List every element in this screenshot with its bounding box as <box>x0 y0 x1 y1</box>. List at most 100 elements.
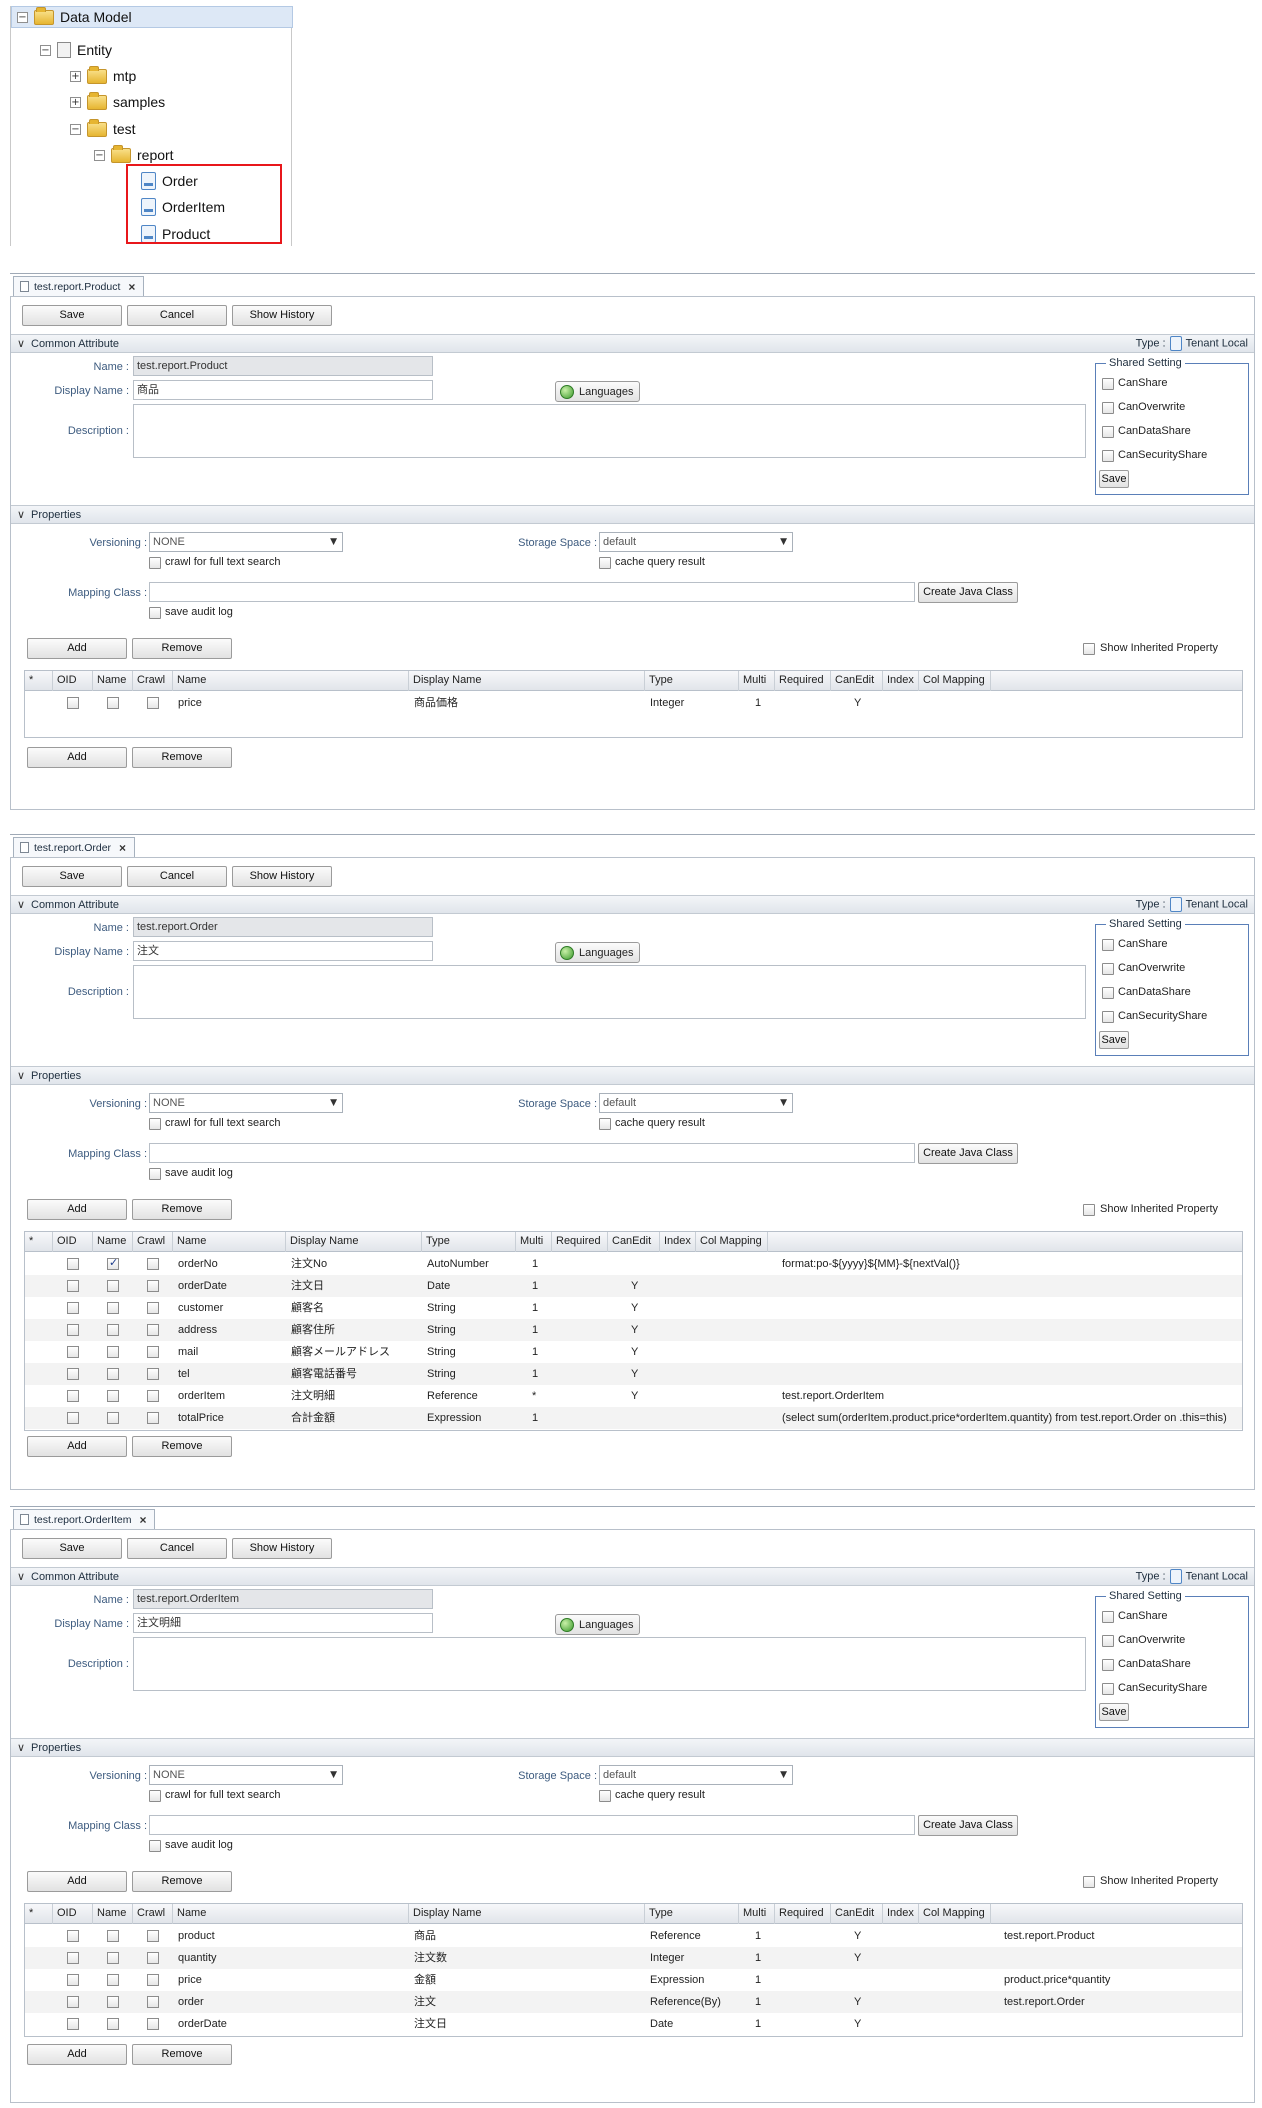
name-checkbox[interactable] <box>107 1324 119 1336</box>
canoverwrite-checkbox[interactable] <box>1102 963 1114 975</box>
tab-order[interactable]: test.report.Order × <box>13 837 136 857</box>
crawl-checkbox[interactable] <box>147 1412 159 1424</box>
oid-checkbox[interactable] <box>67 1280 79 1292</box>
canshare-checkbox[interactable] <box>1102 939 1114 951</box>
col-name[interactable]: Name <box>173 1904 409 1924</box>
candatashare-checkbox[interactable] <box>1102 987 1114 999</box>
col-col-mapping[interactable]: Col Mapping <box>919 671 991 691</box>
col-name-flag[interactable]: Name <box>93 1232 133 1252</box>
oid-checkbox[interactable] <box>67 1302 79 1314</box>
tree-root-data-model[interactable]: − Data Model <box>11 6 293 28</box>
create-java-class-button[interactable]: Create Java Class <box>918 1815 1018 1836</box>
remove-button[interactable]: Remove <box>132 1199 232 1220</box>
display-name-field[interactable]: 注文明細 <box>133 1613 433 1633</box>
save-button[interactable]: Save <box>22 1538 122 1559</box>
create-java-class-button[interactable]: Create Java Class <box>918 582 1018 603</box>
col-crawl[interactable]: Crawl <box>133 671 173 691</box>
name-checkbox[interactable] <box>107 1256 119 1270</box>
col-canedit[interactable]: CanEdit <box>831 671 883 691</box>
versioning-select[interactable]: NONE ▼ <box>149 532 343 552</box>
crawl-checkbox[interactable] <box>147 1346 159 1358</box>
add-button[interactable]: Add <box>27 747 127 768</box>
add-button[interactable]: Add <box>27 2044 127 2065</box>
add-button[interactable]: Add <box>27 1199 127 1220</box>
table-row[interactable]: product 商品 Reference 1 Ytest.report.Product <box>25 1925 1242 1947</box>
candatashare-checkbox[interactable] <box>1102 1659 1114 1671</box>
col-required[interactable]: Required <box>552 1232 608 1252</box>
shared-save-button[interactable]: Save <box>1099 1703 1129 1721</box>
cancel-button[interactable]: Cancel <box>127 866 227 887</box>
crawl-checkbox[interactable] <box>147 1302 159 1314</box>
add-button[interactable]: Add <box>27 638 127 659</box>
common-attribute-header[interactable]: ∨ Common Attribute Type : Tenant Local <box>11 895 1254 914</box>
name-checkbox[interactable] <box>107 2018 119 2030</box>
remove-button[interactable]: Remove <box>132 1871 232 1892</box>
crawl-full-text-checkbox[interactable] <box>149 1790 161 1802</box>
save-button[interactable]: Save <box>22 305 122 326</box>
col-type[interactable]: Type <box>645 1904 739 1924</box>
cache-query-checkbox[interactable] <box>599 1118 611 1130</box>
oid-checkbox[interactable] <box>67 1324 79 1336</box>
table-row[interactable]: quantity 注文数 Integer 1 Y <box>25 1947 1242 1969</box>
col-required[interactable]: Required <box>775 1904 831 1924</box>
col-oid[interactable]: OID <box>53 671 93 691</box>
col-crawl[interactable]: Crawl <box>133 1904 173 1924</box>
col-required[interactable]: Required <box>775 671 831 691</box>
save-audit-log-checkbox[interactable] <box>149 607 161 619</box>
name-checkbox[interactable] <box>107 1930 119 1942</box>
tree-item-samples[interactable]: + samples <box>70 91 165 113</box>
name-checkbox[interactable] <box>107 1974 119 1986</box>
mapping-class-field[interactable] <box>149 1815 915 1835</box>
oid-checkbox[interactable] <box>67 1974 79 1986</box>
remove-button[interactable]: Remove <box>132 747 232 768</box>
mapping-class-field[interactable] <box>149 1143 915 1163</box>
common-attribute-header[interactable]: ∨ Common Attribute Type : Tenant Local <box>11 334 1254 353</box>
cansecurityshare-checkbox[interactable] <box>1102 450 1114 462</box>
show-inherited-checkbox[interactable] <box>1083 1876 1095 1888</box>
table-row[interactable]: orderDate 注文日 Date 1 Y <box>25 2013 1242 2035</box>
save-audit-log-checkbox[interactable] <box>149 1840 161 1852</box>
oid-checkbox[interactable] <box>67 1346 79 1358</box>
col-col-mapping[interactable]: Col Mapping <box>696 1232 768 1252</box>
description-field[interactable] <box>133 404 1086 458</box>
languages-button[interactable]: Languages <box>555 942 641 963</box>
table-row[interactable]: totalPrice 合計金額 Expression 1 (select sum(ord… <box>25 1407 1242 1429</box>
storage-space-select[interactable]: default ▼ <box>599 532 793 552</box>
col-oid[interactable]: OID <box>53 1232 93 1252</box>
cansecurityshare-checkbox[interactable] <box>1102 1011 1114 1023</box>
name-checkbox[interactable] <box>107 1280 119 1292</box>
show-inherited-checkbox[interactable] <box>1083 643 1095 655</box>
name-checkbox[interactable] <box>107 1368 119 1380</box>
crawl-checkbox[interactable] <box>147 2018 159 2030</box>
col-name[interactable]: Name <box>173 1232 286 1252</box>
col-star[interactable]: * <box>25 1232 53 1252</box>
table-row[interactable]: customer 顧客名 String 1 Y <box>25 1297 1242 1319</box>
table-row[interactable]: tel 顧客電話番号 String 1 Y <box>25 1363 1242 1385</box>
crawl-checkbox[interactable] <box>147 1280 159 1292</box>
shared-save-button[interactable]: Save <box>1099 1031 1129 1049</box>
collapse-icon[interactable]: − <box>40 44 51 56</box>
canshare-checkbox[interactable] <box>1102 1611 1114 1623</box>
close-icon[interactable]: × <box>139 1513 146 1527</box>
oid-checkbox[interactable] <box>67 1996 79 2008</box>
name-checkbox[interactable] <box>107 1996 119 2008</box>
candatashare-checkbox[interactable] <box>1102 426 1114 438</box>
crawl-checkbox[interactable] <box>147 1390 159 1402</box>
shared-save-button[interactable]: Save <box>1099 470 1129 488</box>
crawl-checkbox[interactable] <box>147 697 159 709</box>
remove-button[interactable]: Remove <box>132 1436 232 1457</box>
name-checkbox[interactable] <box>107 1390 119 1402</box>
table-row[interactable]: price 商品価格 Integer 1 Y <box>25 692 1242 714</box>
name-checkbox[interactable] <box>107 1952 119 1964</box>
col-type[interactable]: Type <box>422 1232 516 1252</box>
canoverwrite-checkbox[interactable] <box>1102 402 1114 414</box>
remove-button[interactable]: Remove <box>132 638 232 659</box>
col-index[interactable]: Index <box>660 1232 696 1252</box>
table-row[interactable]: address 顧客住所 String 1 Y <box>25 1319 1242 1341</box>
collapse-icon[interactable]: − <box>94 149 105 161</box>
description-field[interactable] <box>133 1637 1086 1691</box>
languages-button[interactable]: Languages <box>555 1614 641 1635</box>
versioning-select[interactable]: NONE ▼ <box>149 1765 343 1785</box>
col-star[interactable]: * <box>25 1904 53 1924</box>
col-name-flag[interactable]: Name <box>93 1904 133 1924</box>
